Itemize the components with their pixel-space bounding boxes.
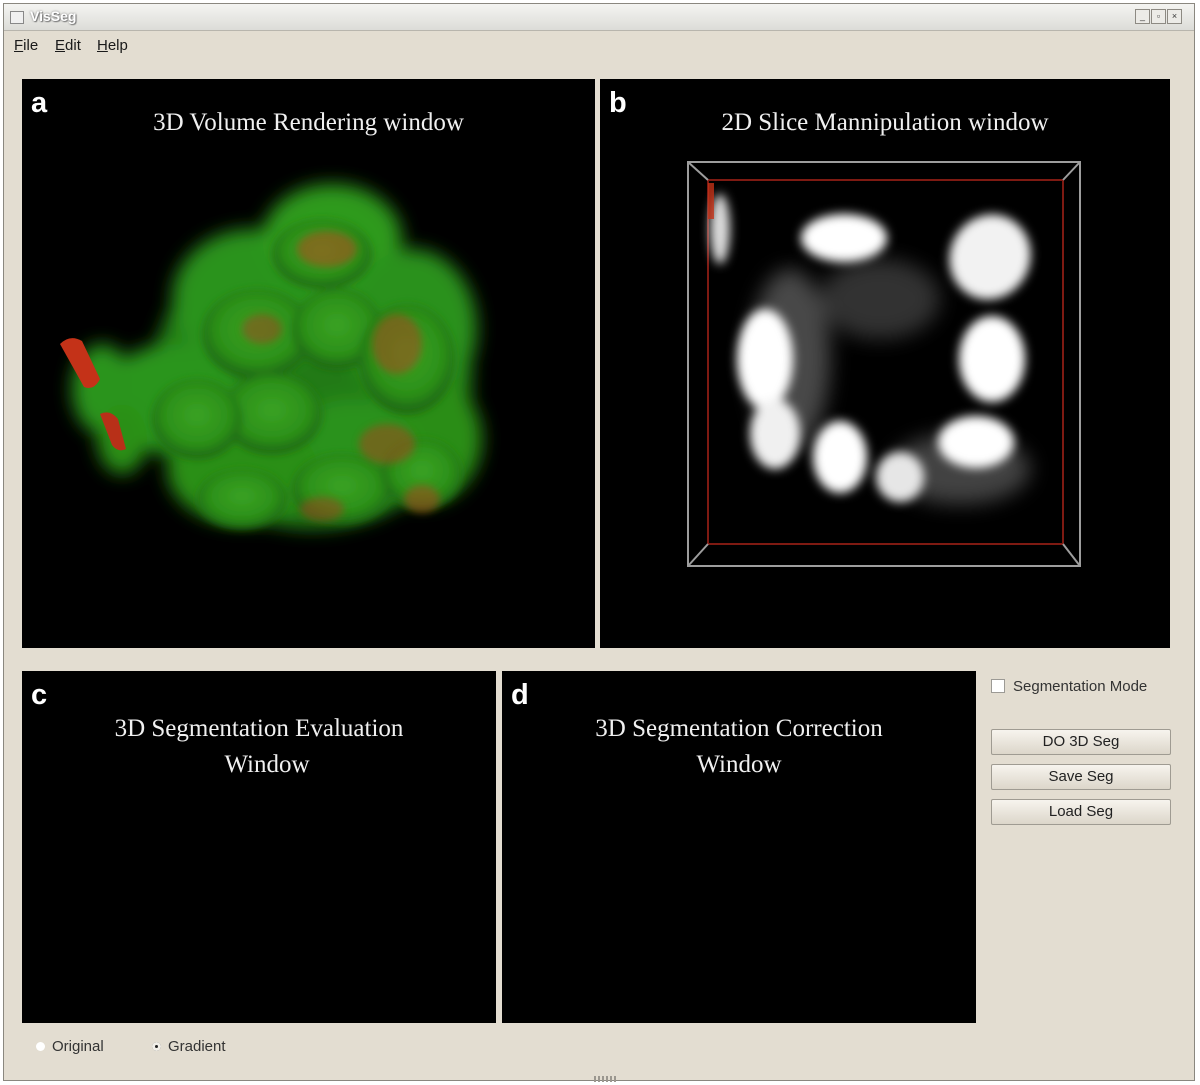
load-seg-button[interactable]: Load Seg bbox=[991, 799, 1171, 825]
slice-image bbox=[687, 161, 1081, 567]
title-bar[interactable]: VisSeg _ ▫ × bbox=[4, 4, 1194, 31]
segmentation-mode-checkbox[interactable] bbox=[991, 679, 1005, 693]
slice-manipulation-viewport[interactable]: b 2D Slice Mannipulation window bbox=[600, 79, 1170, 648]
pane-d-title-line1: 3D Segmentation Correction bbox=[595, 715, 883, 742]
pane-d-title-line2: Window bbox=[696, 751, 782, 778]
radio-original-indicator[interactable] bbox=[36, 1042, 45, 1051]
radio-gradient-indicator[interactable] bbox=[152, 1042, 161, 1051]
save-seg-button[interactable]: Save Seg bbox=[991, 764, 1171, 790]
close-icon[interactable]: × bbox=[1167, 9, 1182, 24]
radio-gradient-label: Gradient bbox=[168, 1038, 226, 1055]
pane-d-label: d bbox=[511, 679, 529, 711]
menu-bar: File Edit Help bbox=[4, 33, 1194, 57]
pane-c-title-line2: Window bbox=[224, 751, 310, 778]
menu-file[interactable]: File bbox=[14, 37, 38, 54]
pane-c-title-line1: 3D Segmentation Evaluation bbox=[114, 715, 404, 742]
maximize-icon[interactable]: ▫ bbox=[1151, 9, 1166, 24]
window-title: VisSeg bbox=[30, 8, 77, 24]
minimize-icon[interactable]: _ bbox=[1135, 9, 1150, 24]
pane-c-label: c bbox=[31, 679, 48, 711]
segmentation-correction-viewport[interactable]: d 3D Segmentation Correction Window bbox=[502, 671, 976, 1023]
radio-original-label: Original bbox=[52, 1038, 104, 1055]
app-icon bbox=[10, 11, 24, 24]
pane-a-title: 3D Volume Rendering window bbox=[153, 109, 464, 136]
pane-b-title: 2D Slice Mannipulation window bbox=[721, 109, 1049, 136]
volume-rendering-viewport[interactable]: a 3D Volume Rendering window bbox=[22, 79, 595, 648]
segmentation-mode-label: Segmentation Mode bbox=[1013, 678, 1148, 695]
do-3d-seg-button[interactable]: DO 3D Seg bbox=[991, 729, 1171, 755]
volume-rendering-image bbox=[60, 184, 482, 529]
app-window: VisSeg _ ▫ × File Edit Help a 3D Volume … bbox=[3, 3, 1195, 1082]
segmentation-evaluation-viewport[interactable]: c 3D Segmentation Evaluation Window bbox=[22, 671, 496, 1023]
menu-help[interactable]: Help bbox=[97, 37, 128, 54]
menu-edit[interactable]: Edit bbox=[55, 37, 81, 54]
resize-grip[interactable] bbox=[594, 1076, 618, 1082]
